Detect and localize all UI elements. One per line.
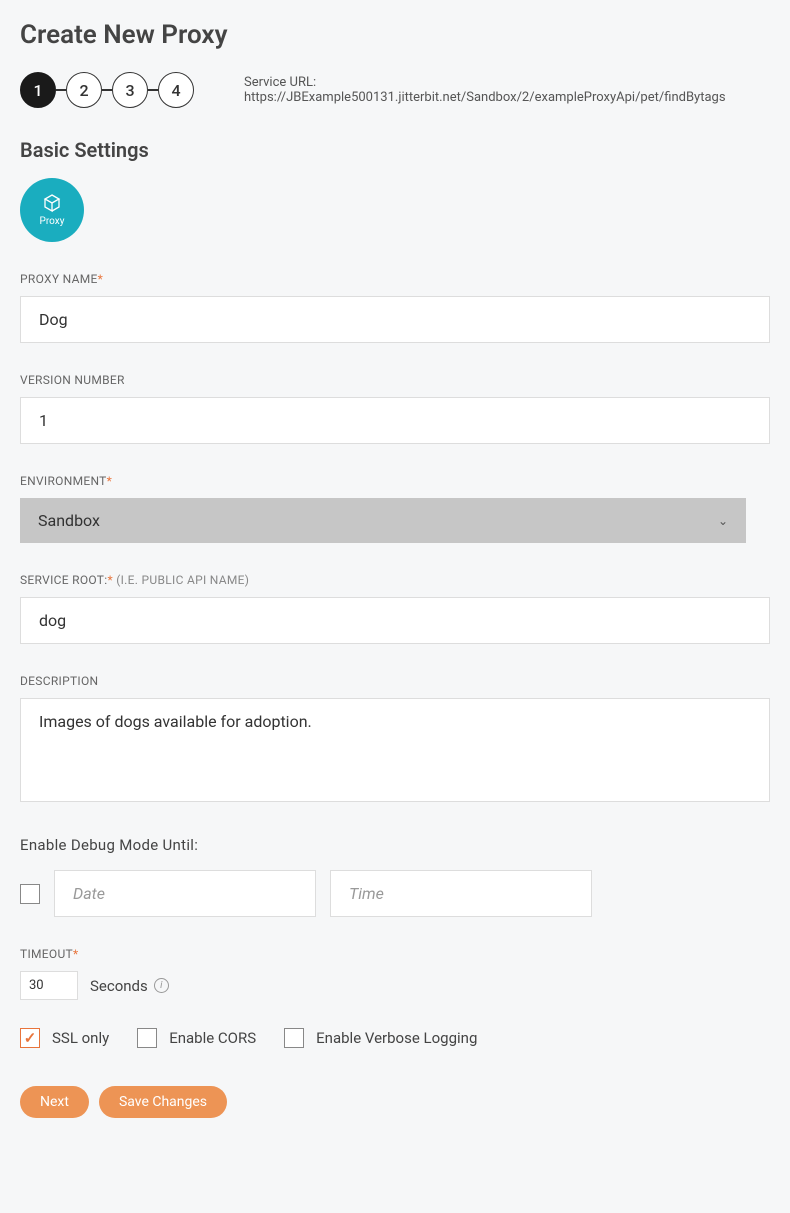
required-asterisk: * — [73, 947, 78, 961]
field-timeout: TIMEOUT* Seconds i — [20, 947, 770, 1000]
page-title: Create New Proxy — [20, 20, 770, 50]
field-description: DESCRIPTION — [20, 674, 770, 806]
proxy-icon-label: Proxy — [40, 216, 65, 227]
version-label: VERSION NUMBER — [20, 373, 770, 387]
verbose-option[interactable]: Enable Verbose Logging — [284, 1028, 477, 1048]
debug-checkbox[interactable] — [20, 884, 40, 904]
step-connector — [148, 89, 158, 91]
step-3[interactable]: 3 — [112, 72, 148, 108]
service-url-label: Service URL: — [244, 75, 316, 90]
proxy-name-input[interactable] — [20, 296, 770, 343]
ssl-checkbox[interactable] — [20, 1028, 40, 1048]
next-button[interactable]: Next — [20, 1086, 89, 1118]
proxy-icon: Proxy — [20, 178, 770, 242]
cube-icon — [40, 194, 64, 214]
section-title: Basic Settings — [20, 138, 770, 162]
proxy-circle-icon: Proxy — [20, 178, 84, 242]
info-icon[interactable]: i — [154, 978, 169, 993]
environment-label: ENVIRONMENT* — [20, 474, 770, 488]
step-2[interactable]: 2 — [66, 72, 102, 108]
version-input[interactable] — [20, 397, 770, 444]
verbose-label: Enable Verbose Logging — [316, 1029, 477, 1047]
timeout-unit: Seconds i — [90, 977, 169, 995]
service-url-value: https://JBExample500131.jitterbit.net/Sa… — [244, 90, 726, 105]
step-1[interactable]: 1 — [20, 72, 56, 108]
environment-label-text: ENVIRONMENT — [20, 474, 107, 488]
description-label: DESCRIPTION — [20, 674, 770, 688]
service-root-hint: (I.E. PUBLIC API NAME) — [113, 573, 249, 587]
proxy-name-label: PROXY NAME* — [20, 272, 770, 286]
step-connector — [56, 89, 66, 91]
service-root-input[interactable] — [20, 597, 770, 644]
environment-select[interactable]: Sandbox ⌄ — [20, 498, 746, 543]
chevron-down-icon: ⌄ — [718, 514, 728, 528]
header-row: 1 2 3 4 Service URL: https://JBExample50… — [20, 72, 770, 108]
verbose-checkbox[interactable] — [284, 1028, 304, 1048]
debug-time-input[interactable] — [330, 870, 592, 917]
field-proxy-name: PROXY NAME* — [20, 272, 770, 343]
field-debug: Enable Debug Mode Until: — [20, 836, 770, 917]
required-asterisk: * — [98, 272, 103, 286]
timeout-label-text: TIMEOUT — [20, 947, 73, 961]
wizard-stepper: 1 2 3 4 — [20, 72, 194, 108]
options-row: SSL only Enable CORS Enable Verbose Logg… — [20, 1028, 770, 1048]
save-button[interactable]: Save Changes — [99, 1086, 227, 1118]
description-input[interactable] — [20, 698, 770, 802]
field-version: VERSION NUMBER — [20, 373, 770, 444]
ssl-option[interactable]: SSL only — [20, 1028, 109, 1048]
debug-label: Enable Debug Mode Until: — [20, 836, 770, 854]
service-url: Service URL: https://JBExample500131.jit… — [244, 75, 770, 105]
service-root-label: SERVICE ROOT:* (I.E. PUBLIC API NAME) — [20, 573, 770, 587]
timeout-label: TIMEOUT* — [20, 947, 770, 961]
cors-checkbox[interactable] — [137, 1028, 157, 1048]
field-service-root: SERVICE ROOT:* (I.E. PUBLIC API NAME) — [20, 573, 770, 644]
cors-option[interactable]: Enable CORS — [137, 1028, 256, 1048]
environment-value: Sandbox — [38, 511, 100, 530]
service-root-label-text: SERVICE ROOT: — [20, 573, 107, 587]
proxy-name-label-text: PROXY NAME — [20, 272, 98, 286]
field-environment: ENVIRONMENT* Sandbox ⌄ — [20, 474, 770, 543]
button-row: Next Save Changes — [20, 1086, 770, 1118]
debug-date-input[interactable] — [54, 870, 316, 917]
timeout-input[interactable] — [20, 971, 78, 1000]
step-4[interactable]: 4 — [158, 72, 194, 108]
cors-label: Enable CORS — [169, 1029, 256, 1047]
timeout-unit-text: Seconds — [90, 977, 148, 995]
ssl-label: SSL only — [52, 1029, 109, 1047]
required-asterisk: * — [107, 474, 112, 488]
step-connector — [102, 89, 112, 91]
